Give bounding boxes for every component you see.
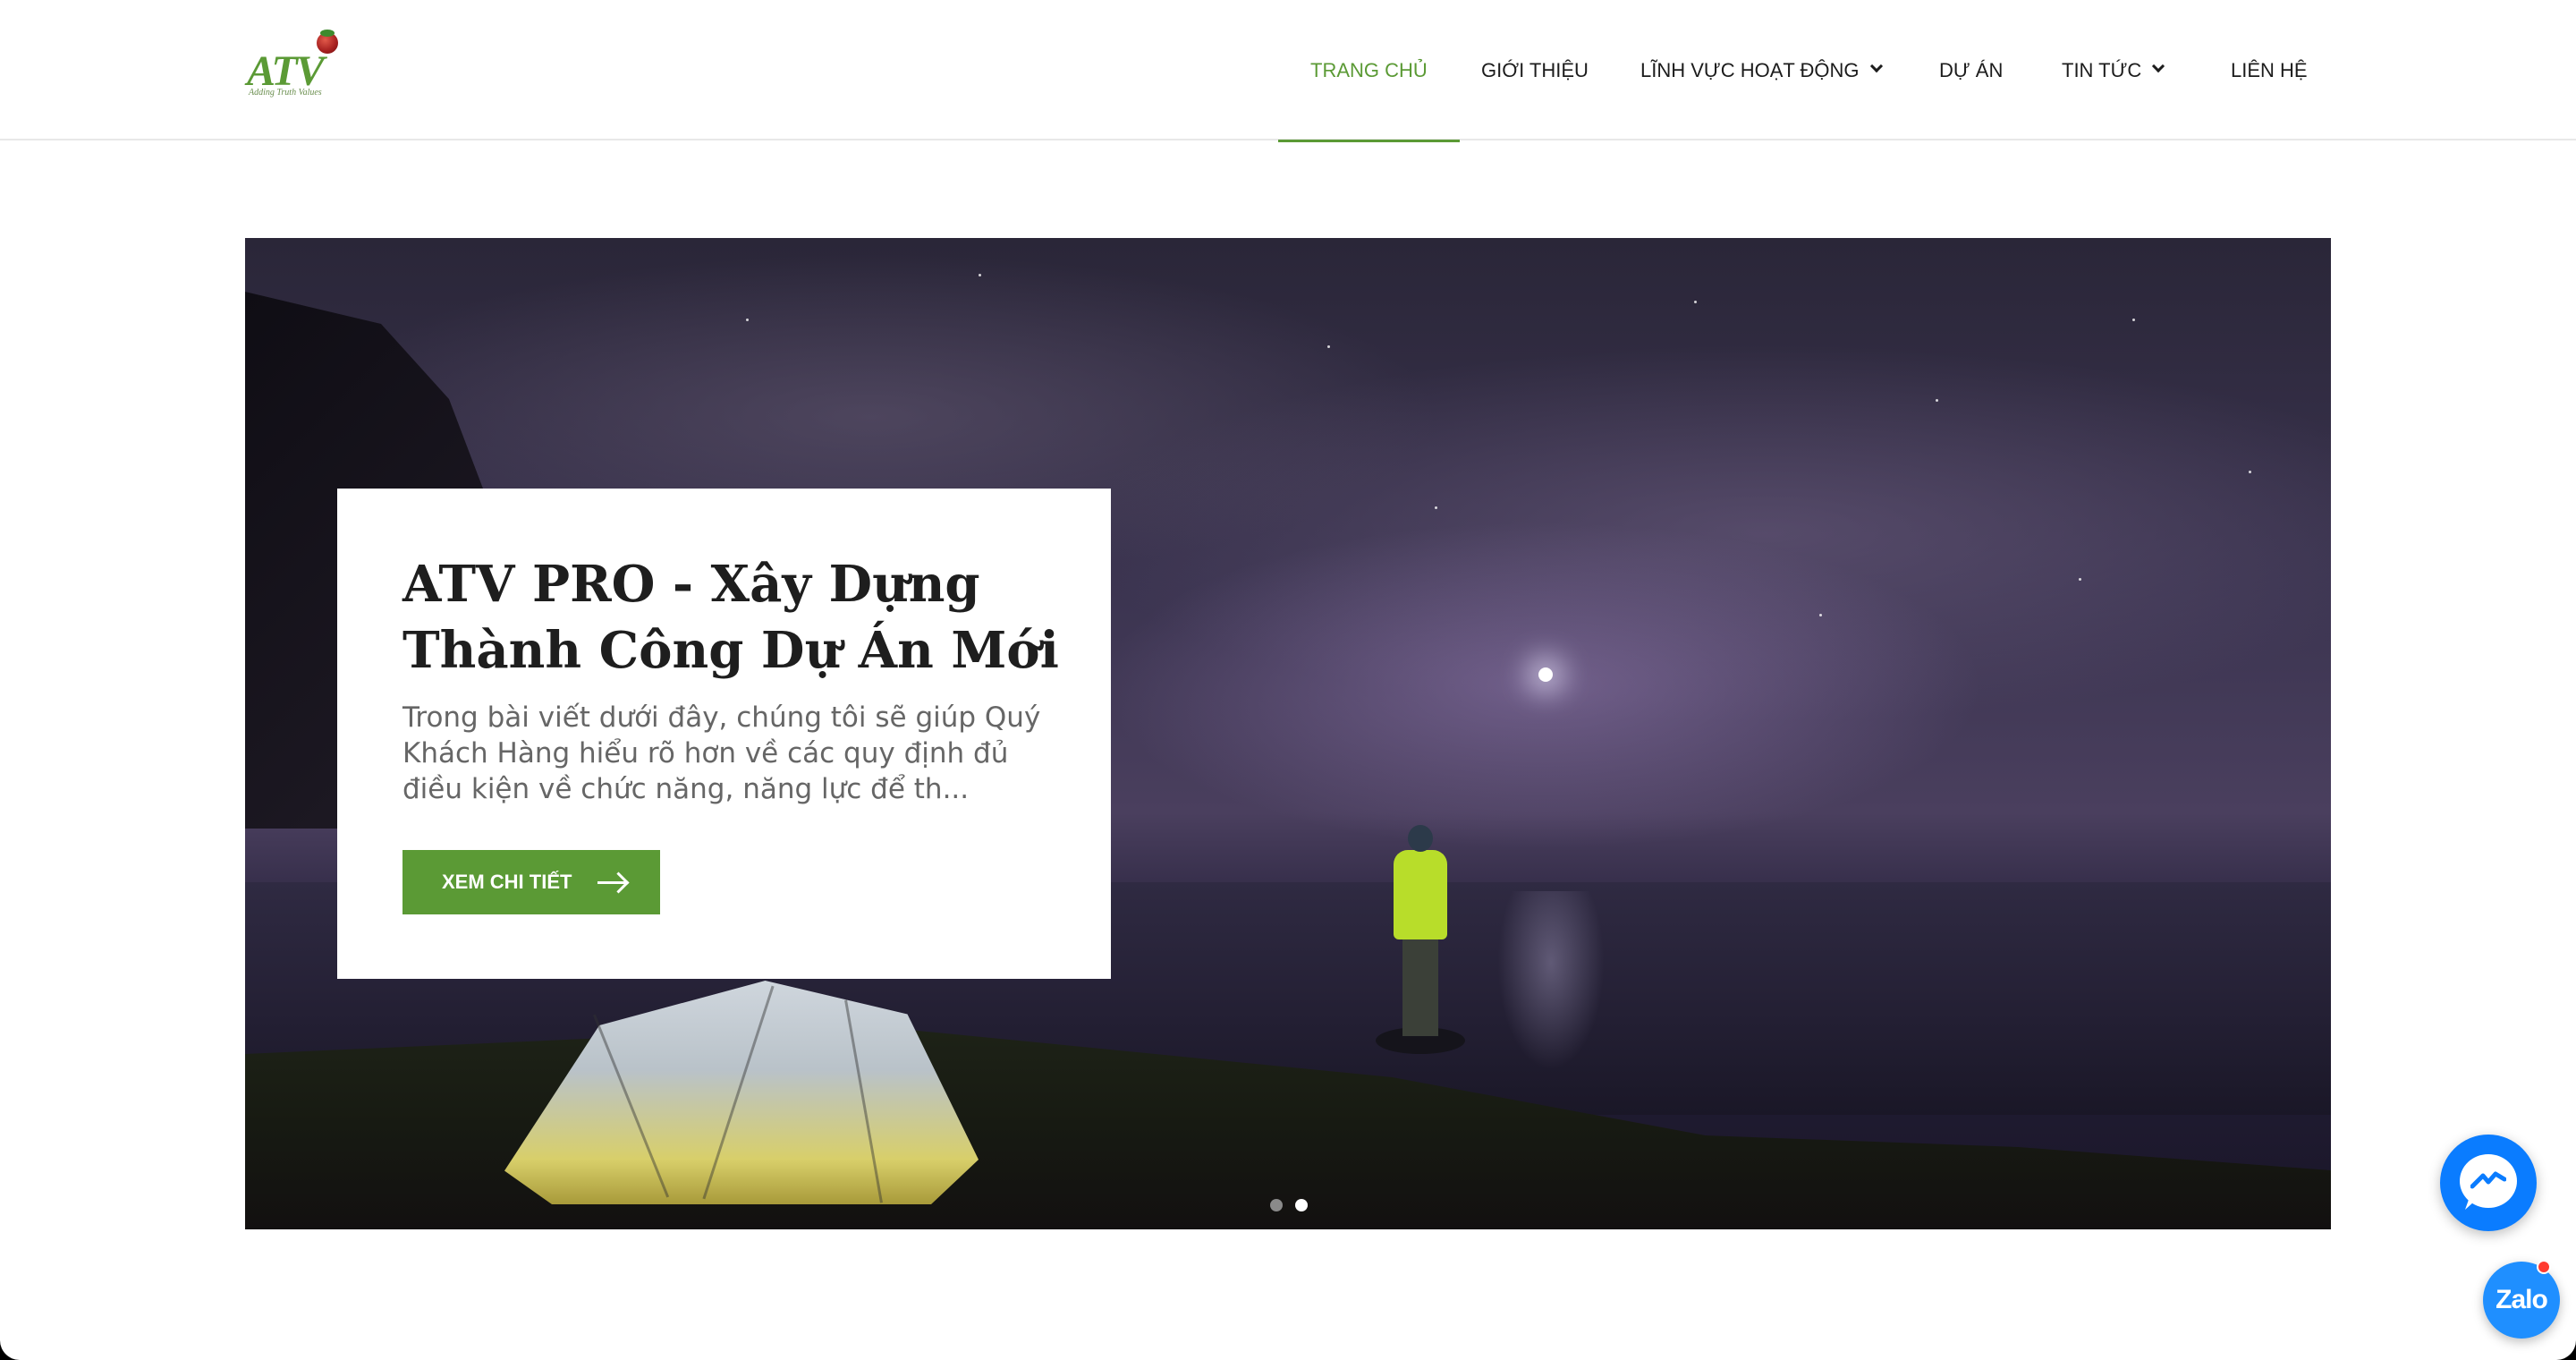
hero-photo-star — [2079, 578, 2081, 581]
hero-photo-star — [2132, 319, 2135, 321]
hero-photo-star — [1694, 301, 1697, 303]
slider-dot-2[interactable] — [1295, 1199, 1308, 1211]
nav-item-home[interactable]: TRANG CHỦ — [1278, 0, 1460, 142]
nav-item-news[interactable]: TIN TỨC — [2062, 0, 2165, 140]
hero-photo-star — [1327, 345, 1330, 348]
slider-dot-1[interactable] — [1270, 1199, 1283, 1211]
nav-item-label: TRANG CHỦ — [1310, 58, 1428, 81]
hero-photo-star — [2249, 471, 2251, 473]
hero-photo-reflection — [1497, 891, 1605, 1070]
page: ATV Adding Truth Values TRANG CHỦ GIỚI T… — [0, 0, 2576, 1360]
hero-photo-star — [1819, 614, 1822, 616]
hero-slider[interactable]: ATV PRO - Xây Dựng Thành Công Dự Án Mới … — [245, 238, 2331, 1229]
hero-photo-person — [1376, 825, 1465, 1054]
site-header: ATV Adding Truth Values TRANG CHỦ GIỚI T… — [0, 0, 2576, 142]
nav-item-label: DỰ ÁN — [1939, 58, 2004, 81]
person-legs — [1402, 938, 1438, 1036]
read-more-button[interactable]: XEM CHI TIẾT — [402, 850, 660, 914]
hero-photo-star — [746, 319, 749, 321]
nav-item-label: LĨNH VỰC HOẠT ĐỘNG — [1640, 58, 1860, 81]
messenger-chat-button[interactable] — [2440, 1135, 2537, 1231]
hero-photo-star — [1936, 399, 1938, 402]
hero-title: ATV PRO - Xây Dựng Thành Công Dự Án Mới — [402, 555, 1059, 680]
nav-item-about[interactable]: GIỚI THIỆU — [1481, 0, 1589, 140]
nav-item-label: TIN TỨC — [2062, 58, 2142, 81]
hero-photo-tent — [469, 954, 1005, 1222]
nav-item-fields[interactable]: LĨNH VỰC HOẠT ĐỘNG — [1640, 0, 1883, 140]
tent-body — [504, 981, 979, 1204]
logo-emblem-icon — [317, 30, 338, 54]
messenger-bolt-icon — [2470, 1171, 2506, 1189]
nav-item-label: GIỚI THIỆU — [1481, 58, 1589, 81]
hero-card: ATV PRO - Xây Dựng Thành Công Dự Án Mới … — [337, 489, 1111, 979]
nav-item-label: LIÊN HỆ — [2231, 58, 2308, 81]
hero-photo-star — [1435, 506, 1437, 509]
hero-excerpt: Trong bài viết dưới đây, chúng tôi sẽ gi… — [402, 701, 1041, 805]
person-torso — [1394, 850, 1447, 939]
hero-photo-moon — [1538, 667, 1553, 682]
logo-tagline: Adding Truth Values — [249, 88, 322, 98]
read-more-label: XEM CHI TIẾT — [442, 871, 572, 893]
nav-item-contact[interactable]: LIÊN HỆ — [2231, 0, 2308, 140]
chevron-down-icon — [2152, 59, 2165, 72]
site-logo[interactable]: ATV Adding Truth Values — [247, 30, 345, 102]
zalo-chat-button[interactable]: Zalo — [2483, 1260, 2560, 1339]
zalo-label: Zalo — [2496, 1285, 2548, 1314]
messenger-icon — [2460, 1154, 2517, 1208]
notification-badge — [2537, 1260, 2551, 1274]
hero-photo-star — [979, 274, 981, 276]
arrow-right-icon — [597, 881, 626, 884]
person-head — [1408, 825, 1433, 852]
nav-item-projects[interactable]: DỰ ÁN — [1939, 0, 2003, 140]
slider-dots — [1270, 1199, 1308, 1211]
chevron-down-icon — [1869, 59, 1883, 72]
